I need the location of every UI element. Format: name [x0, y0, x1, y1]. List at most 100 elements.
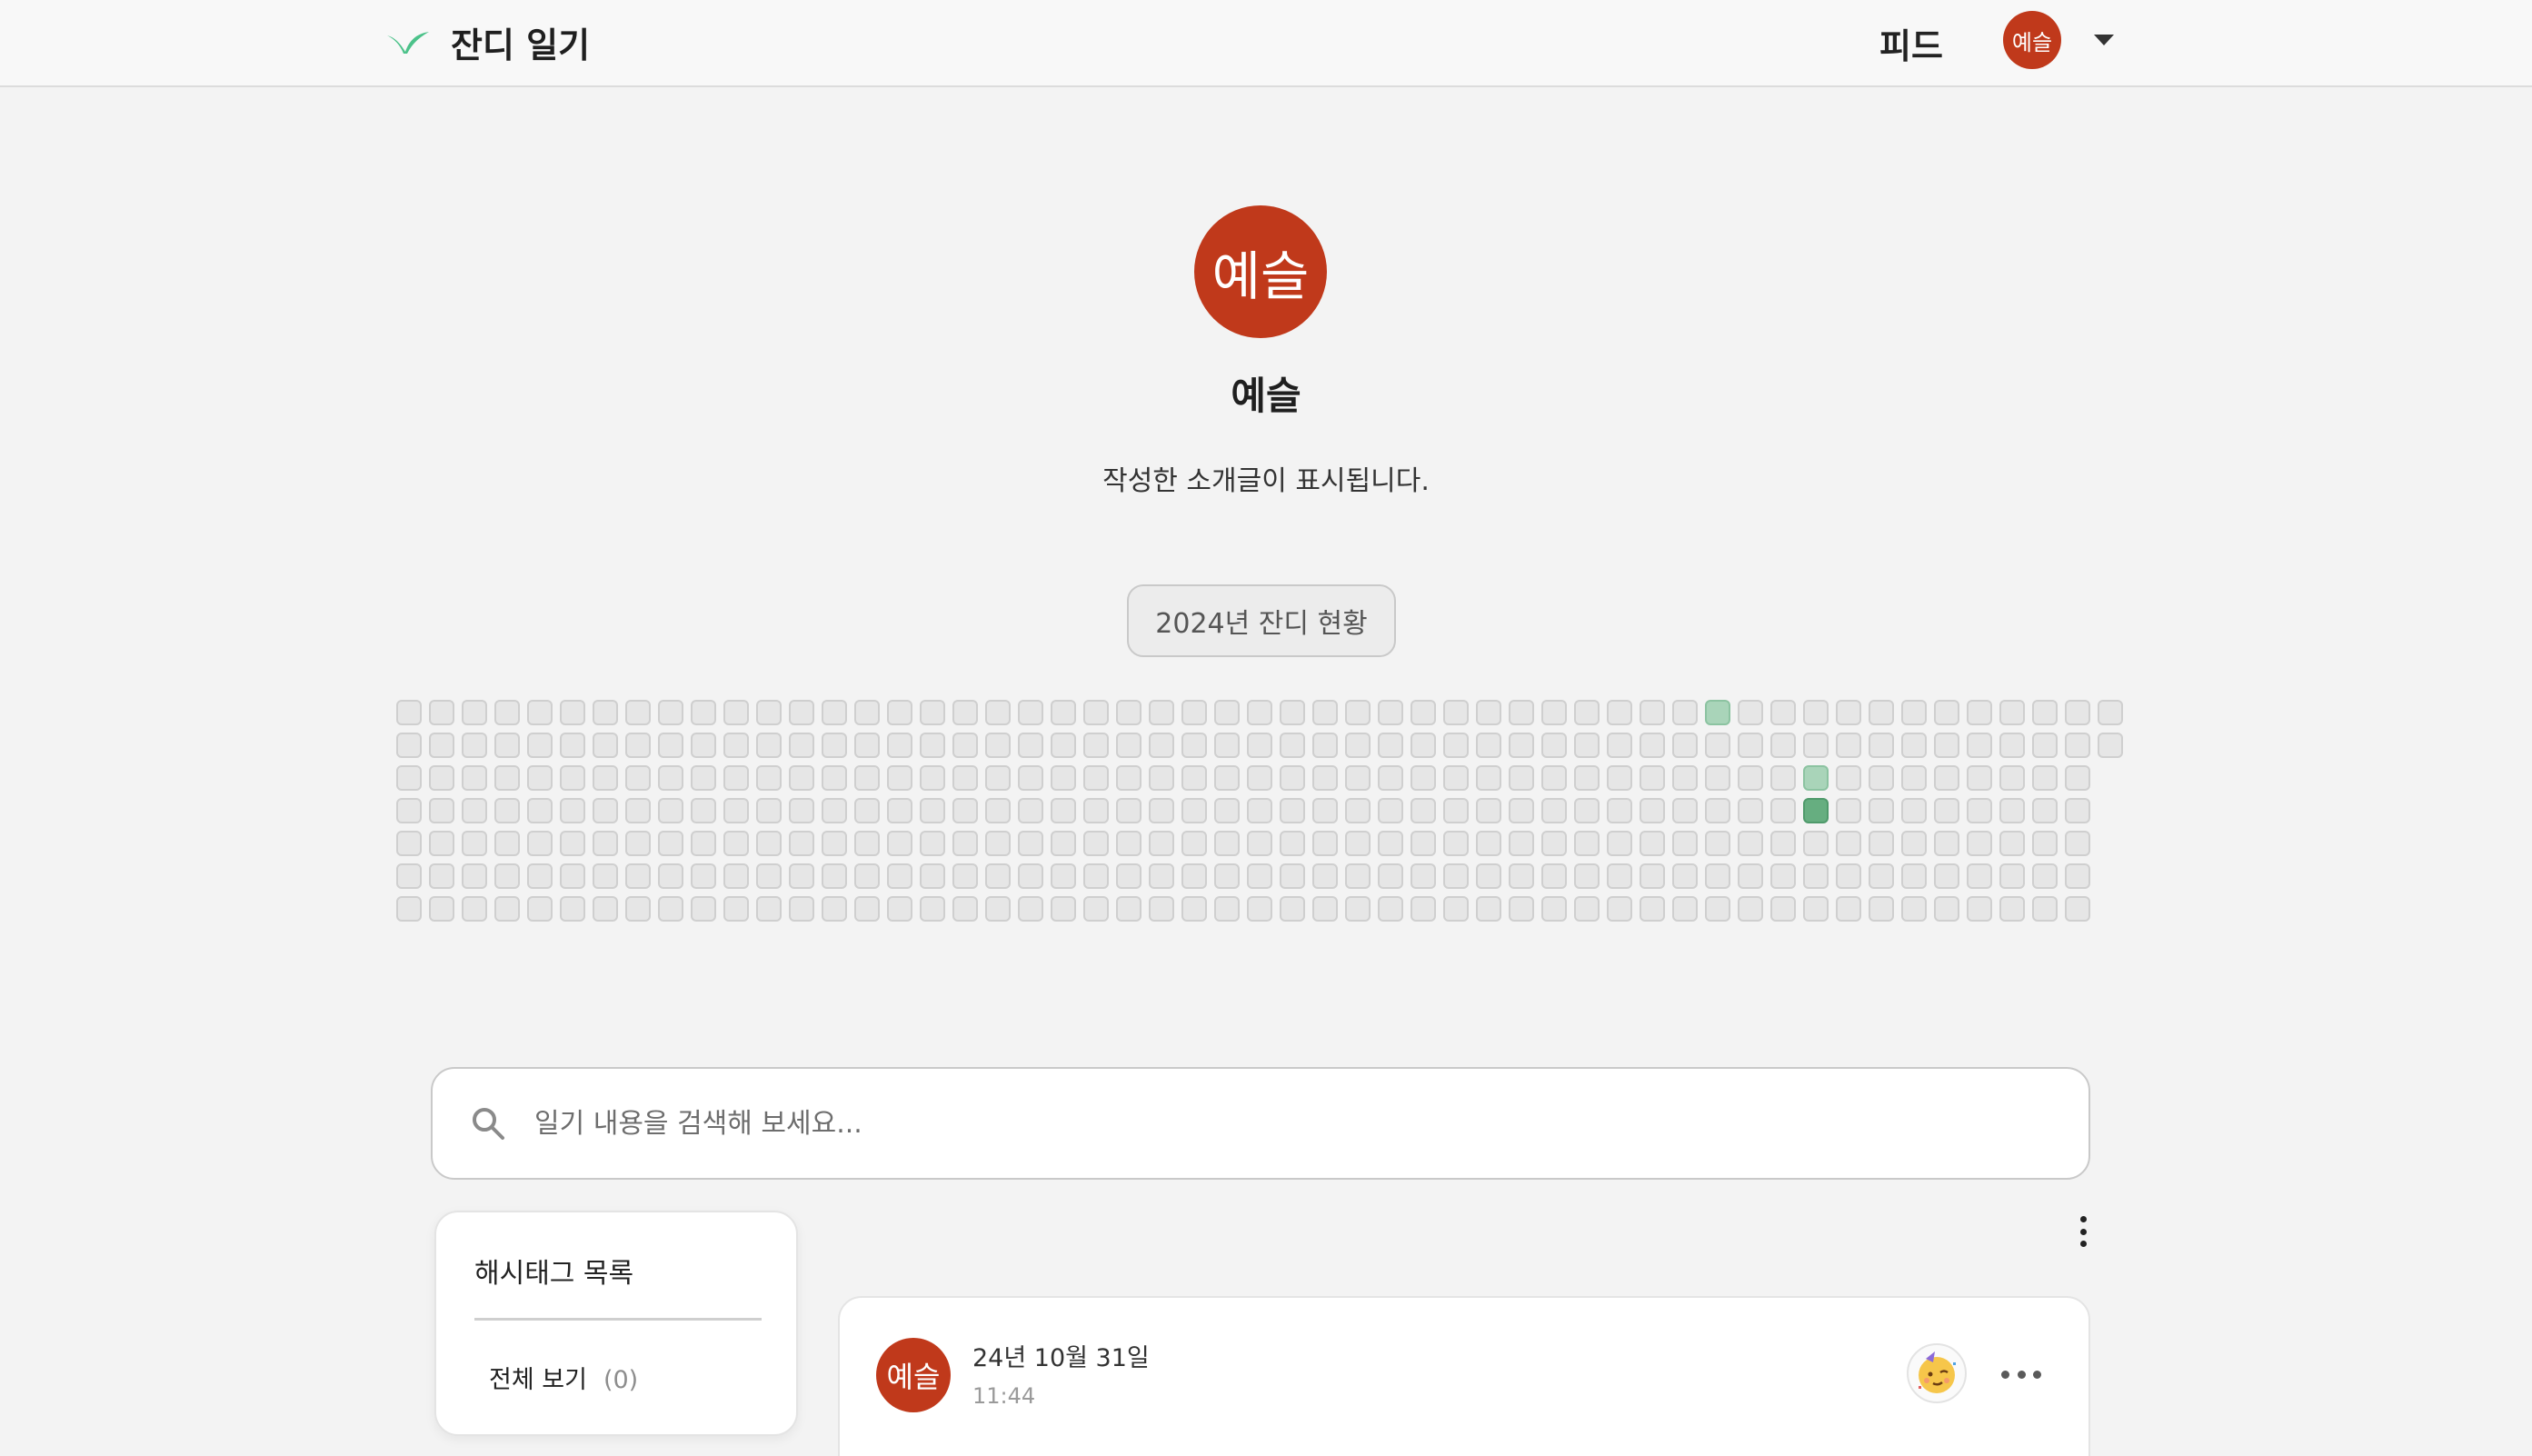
- grass-cell[interactable]: [527, 765, 553, 791]
- grass-cell[interactable]: [1149, 765, 1174, 791]
- grass-cell[interactable]: [887, 896, 912, 922]
- grass-cell[interactable]: [1672, 896, 1698, 922]
- grass-cell[interactable]: [1705, 733, 1730, 758]
- grass-cell[interactable]: [494, 733, 520, 758]
- grass-cell[interactable]: [691, 863, 716, 889]
- more-horizontal-icon[interactable]: [2001, 1371, 2041, 1380]
- search-input[interactable]: [534, 1107, 1989, 1140]
- app-logo[interactable]: 잔디 일기: [385, 16, 590, 67]
- grass-cell[interactable]: [1934, 863, 1959, 889]
- user-avatar[interactable]: 예슬: [2003, 11, 2061, 69]
- grass-cell[interactable]: [462, 896, 487, 922]
- grass-cell[interactable]: [1280, 831, 1305, 856]
- grass-cell[interactable]: [1280, 896, 1305, 922]
- grass-cell[interactable]: [1149, 831, 1174, 856]
- grass-cell[interactable]: [1640, 798, 1665, 823]
- grass-cell[interactable]: [658, 863, 683, 889]
- grass-cell[interactable]: [1672, 765, 1698, 791]
- grass-cell[interactable]: [1836, 700, 1861, 725]
- grass-cell[interactable]: [822, 896, 847, 922]
- grass-cell[interactable]: [1345, 733, 1371, 758]
- grass-cell[interactable]: [1312, 798, 1338, 823]
- chevron-down-icon[interactable]: [2094, 35, 2114, 45]
- grass-cell[interactable]: [2065, 831, 2090, 856]
- grass-cell[interactable]: [822, 863, 847, 889]
- grass-cell[interactable]: [887, 700, 912, 725]
- grass-cell[interactable]: [1672, 733, 1698, 758]
- grass-cell[interactable]: [1640, 700, 1665, 725]
- grass-cell[interactable]: [1247, 733, 1272, 758]
- grass-cell[interactable]: [1607, 831, 1632, 856]
- grass-cell[interactable]: [1705, 896, 1730, 922]
- grass-cell[interactable]: [1738, 863, 1763, 889]
- grass-cell[interactable]: [756, 863, 782, 889]
- grass-cell[interactable]: [1705, 831, 1730, 856]
- grass-cell[interactable]: [396, 733, 422, 758]
- grass-cell[interactable]: [1509, 831, 1534, 856]
- grass-cell[interactable]: [1672, 700, 1698, 725]
- grass-cell[interactable]: [985, 798, 1011, 823]
- grass-cell[interactable]: [1705, 863, 1730, 889]
- grass-cell[interactable]: [789, 798, 814, 823]
- grass-cell[interactable]: [1018, 798, 1043, 823]
- grass-cell[interactable]: [1541, 700, 1567, 725]
- grass-cell[interactable]: [658, 765, 683, 791]
- grass-cell[interactable]: [1345, 765, 1371, 791]
- grass-cell[interactable]: [1280, 700, 1305, 725]
- grass-cell[interactable]: [691, 765, 716, 791]
- grass-cell[interactable]: [952, 831, 978, 856]
- grass-cell[interactable]: [1149, 863, 1174, 889]
- grass-cell[interactable]: [1509, 733, 1534, 758]
- grass-cell[interactable]: [1247, 863, 1272, 889]
- grass-cell[interactable]: [1770, 700, 1796, 725]
- grass-cell[interactable]: [2065, 798, 2090, 823]
- grass-cell[interactable]: [396, 765, 422, 791]
- grass-cell[interactable]: [1116, 831, 1141, 856]
- grass-cell[interactable]: [1051, 863, 1076, 889]
- grass-cell[interactable]: [1116, 798, 1141, 823]
- grass-cell[interactable]: [1934, 733, 1959, 758]
- grass-cell[interactable]: [723, 798, 749, 823]
- grass-cell[interactable]: [625, 831, 651, 856]
- grass-cell[interactable]: [1541, 863, 1567, 889]
- grass-cell[interactable]: [1901, 863, 1927, 889]
- grass-cell[interactable]: [1214, 863, 1240, 889]
- grass-cell[interactable]: [854, 863, 880, 889]
- grass-cell[interactable]: [1738, 700, 1763, 725]
- grass-cell[interactable]: [691, 831, 716, 856]
- grass-cell[interactable]: [1378, 863, 1403, 889]
- grass-cell[interactable]: [1574, 765, 1600, 791]
- grass-cell[interactable]: [1836, 863, 1861, 889]
- grass-cell[interactable]: [1869, 896, 1894, 922]
- grass-cell[interactable]: [1312, 896, 1338, 922]
- grass-cell[interactable]: [1869, 733, 1894, 758]
- grass-cell[interactable]: [1770, 896, 1796, 922]
- grass-cell[interactable]: [887, 863, 912, 889]
- grass-cell[interactable]: [1836, 896, 1861, 922]
- grass-cell[interactable]: [1803, 765, 1829, 791]
- grass-cell[interactable]: [1083, 700, 1109, 725]
- grass-cell[interactable]: [985, 733, 1011, 758]
- grass-cell[interactable]: [1214, 700, 1240, 725]
- grass-cell[interactable]: [952, 765, 978, 791]
- grass-cell[interactable]: [1181, 896, 1207, 922]
- grass-cell[interactable]: [2098, 733, 2123, 758]
- grass-cell[interactable]: [952, 700, 978, 725]
- grass-cell[interactable]: [1869, 798, 1894, 823]
- grass-cell[interactable]: [1411, 896, 1436, 922]
- grass-cell[interactable]: [396, 831, 422, 856]
- grass-cell[interactable]: [952, 798, 978, 823]
- grass-cell[interactable]: [985, 863, 1011, 889]
- grass-cell[interactable]: [1247, 700, 1272, 725]
- grass-cell[interactable]: [854, 765, 880, 791]
- grass-cell[interactable]: [1116, 733, 1141, 758]
- grass-cell[interactable]: [1803, 700, 1829, 725]
- grass-cell[interactable]: [1934, 700, 1959, 725]
- grass-cell[interactable]: [1999, 733, 2025, 758]
- grass-cell[interactable]: [1411, 700, 1436, 725]
- grass-cell[interactable]: [1738, 896, 1763, 922]
- grass-cell[interactable]: [1836, 798, 1861, 823]
- grass-cell[interactable]: [1018, 765, 1043, 791]
- grass-cell[interactable]: [1901, 798, 1927, 823]
- grass-cell[interactable]: [625, 896, 651, 922]
